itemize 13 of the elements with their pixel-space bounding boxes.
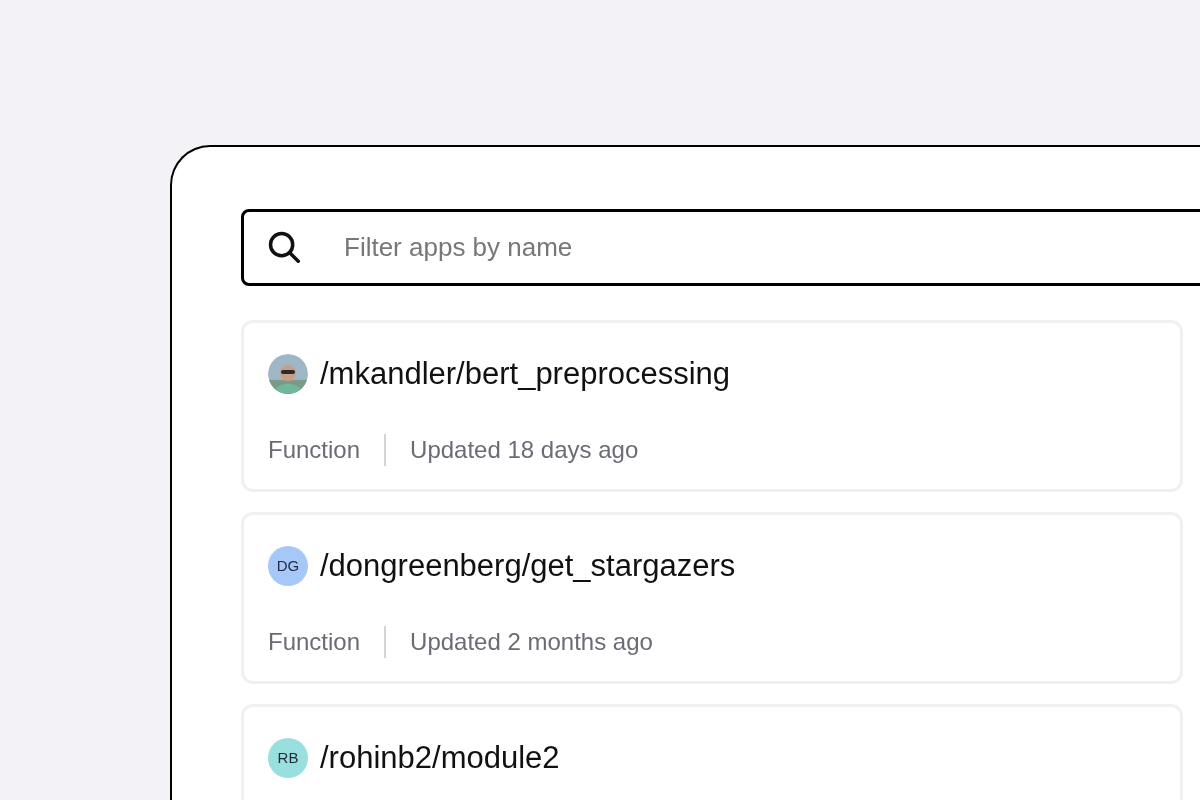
app-name: /dongreenberg/get_stargazers (320, 547, 736, 585)
app-card[interactable]: DG /dongreenberg/get_stargazers Function Updated 2 months ago (241, 512, 1183, 684)
updated-time: Updated 2 months ago (410, 626, 653, 657)
search-field[interactable]: Filter apps by name (241, 209, 1200, 286)
app-name: /rohinb2/module2 (320, 739, 560, 777)
app-card[interactable]: RB /rohinb2/module2 (241, 704, 1183, 800)
app-name: /mkandler/bert_preprocessing (320, 355, 731, 393)
app-type: Function (268, 434, 361, 465)
app-card[interactable]: /mkandler/bert_preprocessing Function Updated 18 days ago (241, 320, 1183, 492)
updated-time: Updated 18 days ago (410, 434, 639, 465)
app-type: Function (268, 626, 361, 657)
avatar: RB (268, 738, 308, 779)
avatar: DG (268, 546, 308, 587)
